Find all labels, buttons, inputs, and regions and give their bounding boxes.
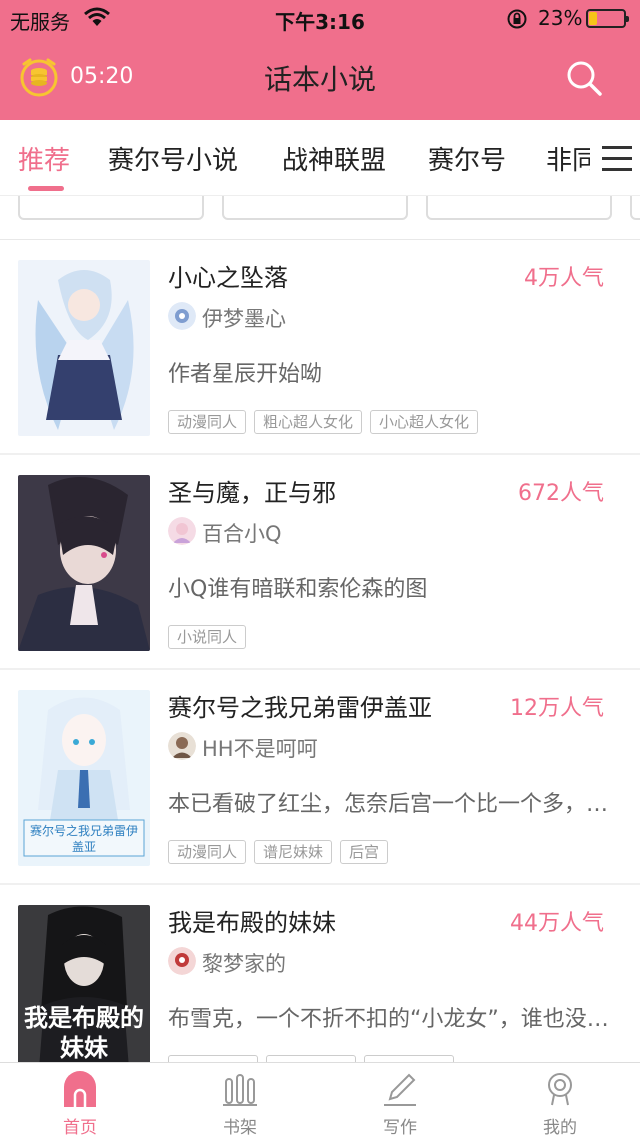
author-name: HH不是呵呵 — [202, 737, 318, 761]
story-item[interactable]: 赛尔号之我兄弟雷伊盖亚 赛尔号之我兄弟雷伊盖亚 12万人气 HH不是呵呵 本已看… — [0, 670, 640, 885]
author-avatar — [168, 947, 196, 975]
tab-seer-novel[interactable]: 赛尔号小说 — [108, 140, 238, 177]
category-chips — [0, 196, 640, 240]
tab-god-of-war-league[interactable]: 战神联盟 — [282, 140, 386, 177]
category-chip[interactable] — [222, 196, 408, 220]
app-header: 05:20 话本小说 — [0, 36, 640, 120]
story-title: 赛尔号之我兄弟雷伊盖亚 — [168, 694, 432, 722]
category-chip[interactable] — [426, 196, 612, 220]
tag-list: 小说同人 — [168, 625, 254, 651]
popularity-count: 44万人气 — [510, 911, 604, 936]
story-item[interactable]: 小心之坠落 4万人气 伊梦墨心 作者星辰开始呦 动漫同人 粗心超人女化 小心超人女化 — [0, 240, 640, 455]
tag[interactable]: 小说同人 — [168, 625, 247, 649]
cover-title-text: 我是布殿的妹妹 — [24, 1004, 144, 1062]
search-icon[interactable] — [562, 56, 606, 100]
popularity-count: 12万人气 — [510, 696, 604, 721]
tab-recommend[interactable]: 推荐 — [18, 140, 70, 177]
story-title: 圣与魔，正与邪 — [168, 479, 336, 507]
tag[interactable]: 谱尼妹妹 — [254, 840, 333, 864]
author-name: 百合小Q — [202, 522, 282, 546]
nav-profile-label: 我的 — [543, 1118, 577, 1138]
category-chip[interactable] — [630, 196, 640, 220]
page-title: 话本小说 — [263, 63, 376, 96]
pen-icon — [384, 1073, 416, 1106]
tab-seer[interactable]: 赛尔号 — [428, 140, 506, 177]
author-name: 伊梦墨心 — [202, 307, 286, 331]
tag[interactable]: 动漫同人 — [168, 840, 247, 864]
nav-write[interactable]: 写作 — [320, 1063, 480, 1140]
story-description: 布雪克，一个不折不扣的“小龙女”，谁也没想到她会 — [168, 1007, 618, 1032]
story-description: 作者星辰开始呦 — [168, 362, 323, 387]
status-bar: 无服务 下午3:16 23% — [0, 0, 640, 36]
nav-home-label: 首页 — [63, 1118, 97, 1138]
story-cover: 我是布殿的妹妹 — [18, 905, 150, 1081]
tag[interactable]: 粗心超人女化 — [254, 410, 363, 434]
story-list: 小心之坠落 4万人气 伊梦墨心 作者星辰开始呦 动漫同人 粗心超人女化 小心超人女化… — [0, 240, 640, 1100]
story-item[interactable]: 圣与魔，正与邪 672人气 百合小Q 小Q谁有暗联和索伦森的图 小说同人 — [0, 455, 640, 670]
tag[interactable]: 小心超人女化 — [370, 410, 479, 434]
profile-icon — [548, 1073, 572, 1106]
story-cover — [18, 260, 150, 436]
category-tabs: 推荐 赛尔号小说 战神联盟 赛尔号 非同 — [0, 120, 640, 196]
story-title: 小心之坠落 — [168, 264, 288, 292]
tag-list: 动漫同人 粗心超人女化 小心超人女化 — [168, 410, 486, 436]
nav-bookshelf[interactable]: 书架 — [160, 1063, 320, 1140]
battery-icon — [586, 9, 629, 28]
battery-percent: 23% — [538, 6, 583, 30]
nav-profile[interactable]: 我的 — [480, 1063, 640, 1140]
nav-home[interactable]: 首页 — [0, 1063, 160, 1140]
rotation-lock-icon — [507, 9, 527, 29]
popularity-count: 672人气 — [518, 481, 604, 506]
category-chip[interactable] — [18, 196, 204, 220]
nav-write-label: 写作 — [383, 1118, 417, 1138]
nav-bookshelf-label: 书架 — [223, 1118, 257, 1138]
bookshelf-icon — [223, 1074, 257, 1106]
author-avatar — [168, 732, 196, 760]
tab-indicator — [28, 186, 64, 191]
author-name: 黎梦家的 — [202, 952, 286, 976]
tag[interactable]: 后宫 — [340, 840, 389, 864]
author-avatar — [168, 302, 196, 330]
story-cover — [18, 475, 150, 651]
tag-list: 动漫同人 谱尼妹妹 后宫 — [168, 840, 396, 866]
author-avatar — [168, 517, 196, 545]
story-cover: 赛尔号之我兄弟雷伊盖亚 — [18, 690, 150, 866]
menu-icon[interactable] — [590, 134, 640, 182]
popularity-count: 4万人气 — [524, 266, 604, 291]
bottom-nav: 首页 书架 写作 我的 — [0, 1062, 640, 1139]
story-title: 我是布殿的妹妹 — [168, 909, 336, 937]
cover-title-text: 赛尔号之我兄弟雷伊盖亚 — [29, 824, 138, 854]
story-description: 本已看破了红尘，怎奈后宫一个比一个多，而且一个比一个美 — [168, 792, 618, 817]
home-icon — [64, 1071, 96, 1107]
story-description: 小Q谁有暗联和索伦森的图 — [168, 577, 428, 602]
tag[interactable]: 动漫同人 — [168, 410, 247, 434]
